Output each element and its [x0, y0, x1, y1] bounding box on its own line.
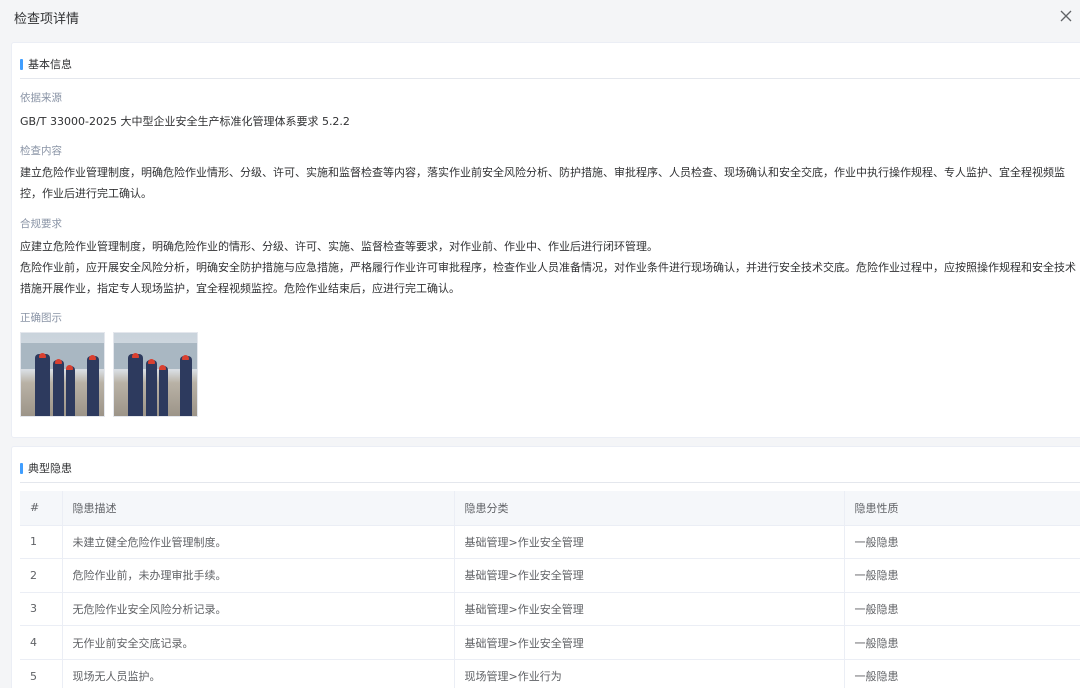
column-header-description: 隐患描述	[62, 491, 455, 526]
compliance-label: 合规要求	[20, 218, 62, 230]
basic-info-section-title: 基本信息	[20, 56, 72, 72]
close-icon[interactable]	[1058, 8, 1074, 24]
photo-helmet	[182, 355, 189, 360]
row-description: 未建立健全危险作业管理制度。	[62, 525, 455, 560]
row-category: 基础管理>作业安全管理	[454, 592, 845, 627]
dialog-header: 检查项详情	[0, 0, 1080, 34]
table-row[interactable]: 1 未建立健全危险作业管理制度。 基础管理>作业安全管理 一般隐患	[20, 525, 1080, 560]
photo-helmet	[55, 359, 62, 364]
photo-helmet	[89, 355, 96, 360]
table-header-row: # 隐患描述 隐患分类 隐患性质	[20, 491, 1080, 526]
content-label: 检查内容	[20, 145, 62, 157]
photo-figure	[128, 354, 143, 416]
table-row[interactable]: 3 无危险作业安全风险分析记录。 基础管理>作业安全管理 一般隐患	[20, 592, 1080, 627]
row-description: 现场无人员监护。	[62, 659, 455, 688]
hazards-table: # 隐患描述 隐患分类 隐患性质 1 未建立健全危险作业管理制度。 基础管理>作…	[20, 491, 1080, 688]
row-description: 危险作业前，未办理审批手续。	[62, 558, 455, 593]
section-marker	[20, 58, 23, 70]
column-header-nature: 隐患性质	[844, 491, 1080, 526]
photo-helmet	[148, 359, 155, 364]
column-header-category: 隐患分类	[454, 491, 845, 526]
row-category: 基础管理>作业安全管理	[454, 525, 845, 560]
photo-figure	[35, 354, 50, 416]
example-image-2[interactable]	[113, 332, 198, 417]
photo-figure	[66, 366, 75, 416]
hazards-section-title: 典型隐患	[20, 460, 72, 476]
row-category: 基础管理>作业安全管理	[454, 625, 845, 660]
row-category: 现场管理>作业行为	[454, 659, 845, 688]
hazards-card: 典型隐患 # 隐患描述 隐患分类 隐患性质 1 未建立健全危险作业管理制度。 基…	[11, 446, 1080, 688]
row-nature: 一般隐患	[844, 525, 1080, 560]
dialog-title: 检查项详情	[14, 11, 80, 27]
basic-info-title-text: 基本信息	[28, 58, 72, 71]
column-header-index: #	[20, 491, 63, 526]
section-marker	[20, 462, 23, 474]
row-index: 5	[20, 659, 63, 688]
source-value: GB/T 33000-2025 大中型企业安全生产标准化管理体系要求 5.2.2	[20, 115, 350, 128]
row-index: 1	[20, 525, 63, 560]
section-divider	[20, 482, 1080, 483]
row-nature: 一般隐患	[844, 592, 1080, 627]
photo-figure	[53, 360, 64, 416]
table-row[interactable]: 2 危险作业前，未办理审批手续。 基础管理>作业安全管理 一般隐患	[20, 558, 1080, 593]
photo-figure	[180, 356, 192, 416]
row-nature: 一般隐患	[844, 558, 1080, 593]
photo-figure	[159, 366, 168, 416]
row-index: 2	[20, 558, 63, 593]
photo-helmet	[159, 365, 166, 370]
hazards-title-text: 典型隐患	[28, 462, 72, 475]
source-label: 依据来源	[20, 92, 62, 104]
example-image-1[interactable]	[20, 332, 105, 417]
section-divider	[20, 78, 1080, 79]
compliance-value-2: 危险作业前，应开展安全风险分析，明确安全防护措施与应急措施，严格履行作业许可审批…	[20, 261, 1076, 295]
row-index: 4	[20, 625, 63, 660]
photo-figure	[87, 356, 99, 416]
row-nature: 一般隐患	[844, 659, 1080, 688]
row-description: 无危险作业安全风险分析记录。	[62, 592, 455, 627]
row-category: 基础管理>作业安全管理	[454, 558, 845, 593]
row-index: 3	[20, 592, 63, 627]
row-description: 无作业前安全交底记录。	[62, 625, 455, 660]
photo-helmet	[132, 353, 139, 358]
row-nature: 一般隐患	[844, 625, 1080, 660]
example-label: 正确图示	[20, 312, 62, 324]
photo-helmet	[66, 365, 73, 370]
table-row[interactable]: 5 现场无人员监护。 现场管理>作业行为 一般隐患	[20, 659, 1080, 688]
compliance-value-1: 应建立危险作业管理制度，明确危险作业的情形、分级、许可、实施、监督检查等要求，对…	[20, 240, 658, 253]
photo-helmet	[39, 353, 46, 358]
content-value: 建立危险作业管理制度，明确危险作业情形、分级、许可、实施和监督检查等内容，落实作…	[20, 166, 1065, 200]
basic-info-card: 基本信息 依据来源 GB/T 33000-2025 大中型企业安全生产标准化管理…	[11, 42, 1080, 438]
table-row[interactable]: 4 无作业前安全交底记录。 基础管理>作业安全管理 一般隐患	[20, 625, 1080, 660]
photo-figure	[146, 360, 157, 416]
